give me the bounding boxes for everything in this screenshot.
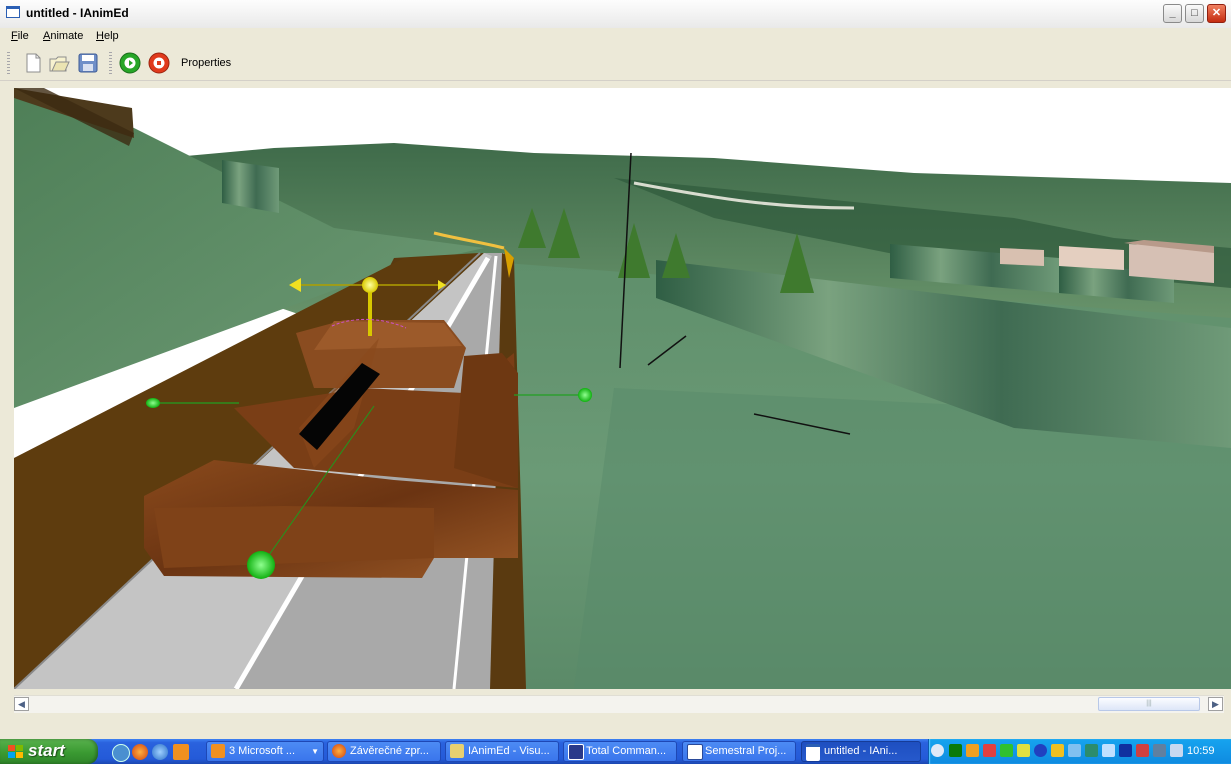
- ie-icon[interactable]: [152, 744, 168, 760]
- menu-file[interactable]: File: [11, 30, 29, 42]
- stop-icon: [148, 52, 170, 74]
- open-button[interactable]: [47, 51, 71, 75]
- menu-help[interactable]: Help: [96, 30, 119, 42]
- start-button[interactable]: start: [0, 739, 98, 764]
- task-untitled-ianimed[interactable]: untitled - IAni...: [801, 741, 921, 762]
- taskbar: start 3 Microsoft ... ▼ Závěrečné zpr...…: [0, 739, 1231, 764]
- tray-security-icon[interactable]: [1051, 744, 1064, 757]
- gizmo-z-handle: [247, 551, 275, 579]
- new-icon: [26, 53, 41, 73]
- gizmo-x-handle: [578, 388, 592, 402]
- tray-antivirus-icon[interactable]: [1085, 744, 1098, 757]
- firefox-icon: [332, 744, 346, 758]
- tray-network-error-icon[interactable]: [983, 744, 996, 757]
- tray-connection-icon[interactable]: [1068, 744, 1081, 757]
- scroll-right-button[interactable]: ▶: [1208, 697, 1223, 711]
- minimize-button[interactable]: _: [1163, 4, 1182, 23]
- window-title: untitled - IAnimEd: [26, 6, 129, 20]
- tray-expand-icon[interactable]: [931, 744, 944, 757]
- toolbar-separator: [109, 52, 112, 76]
- firefox-icon[interactable]: [132, 744, 148, 760]
- menu-animate[interactable]: Animate: [43, 30, 83, 42]
- toolbar: Properties: [0, 46, 1231, 81]
- app-window-icon: [6, 6, 20, 18]
- tray-display-icon[interactable]: [1119, 744, 1132, 757]
- task-microsoft[interactable]: 3 Microsoft ... ▼: [206, 741, 324, 762]
- properties-button[interactable]: Properties: [181, 57, 231, 69]
- tray-monitor-icon[interactable]: [949, 744, 962, 757]
- horizontal-scrollbar[interactable]: ◀ ||| ▶: [14, 695, 1224, 713]
- tray-bluetooth-icon[interactable]: [1034, 744, 1047, 757]
- tray-network-icon[interactable]: [1136, 744, 1149, 757]
- save-button[interactable]: [76, 51, 100, 75]
- tray-lan-icon[interactable]: [1170, 744, 1183, 757]
- save-icon: [78, 53, 98, 73]
- office-icon: [211, 744, 225, 758]
- close-button[interactable]: ✕: [1207, 4, 1226, 23]
- task-ianimed-visual-studio[interactable]: IAnimEd - Visu...: [445, 741, 559, 762]
- tray-keyboard-icon[interactable]: [1153, 744, 1166, 757]
- play-button[interactable]: [118, 51, 142, 75]
- window-icon: [806, 744, 820, 761]
- media-player-icon[interactable]: [112, 744, 130, 762]
- task-zaverecne[interactable]: Závěrečné zpr...: [327, 741, 441, 762]
- scrollbar-thumb[interactable]: |||: [1098, 697, 1200, 711]
- new-button[interactable]: [21, 51, 45, 75]
- menu-bar: File Animate Help: [0, 28, 1231, 46]
- group-dropdown-icon: ▼: [311, 747, 319, 756]
- tray-usb-icon[interactable]: [1017, 744, 1030, 757]
- clock[interactable]: 10:59: [1187, 745, 1215, 757]
- task-semestral-project[interactable]: Semestral Proj...: [682, 741, 796, 762]
- word-icon: [687, 744, 703, 760]
- scroll-left-button[interactable]: ◀: [14, 697, 29, 711]
- open-icon: [49, 56, 70, 72]
- toolbar-grip[interactable]: [7, 52, 10, 76]
- tray-user-icon[interactable]: [1102, 744, 1115, 757]
- stop-button[interactable]: [147, 51, 171, 75]
- windows-logo-icon: [8, 745, 23, 758]
- system-tray: [928, 739, 1231, 764]
- office-quicklaunch-icon[interactable]: [173, 744, 189, 760]
- tray-office-icon[interactable]: [966, 744, 979, 757]
- visual-studio-icon: [450, 744, 464, 758]
- scene-render: [14, 88, 1231, 689]
- gizmo-yellow-handle: [362, 277, 378, 293]
- floppy-icon: [568, 744, 584, 760]
- tray-shield-icon[interactable]: [1000, 744, 1013, 757]
- start-label: start: [28, 741, 65, 760]
- maximize-button[interactable]: □: [1185, 4, 1204, 23]
- 3d-viewport[interactable]: [14, 88, 1231, 689]
- task-total-commander[interactable]: Total Comman...: [563, 741, 677, 762]
- play-icon: [119, 52, 141, 74]
- title-bar[interactable]: untitled - IAnimEd _ □ ✕: [0, 0, 1231, 29]
